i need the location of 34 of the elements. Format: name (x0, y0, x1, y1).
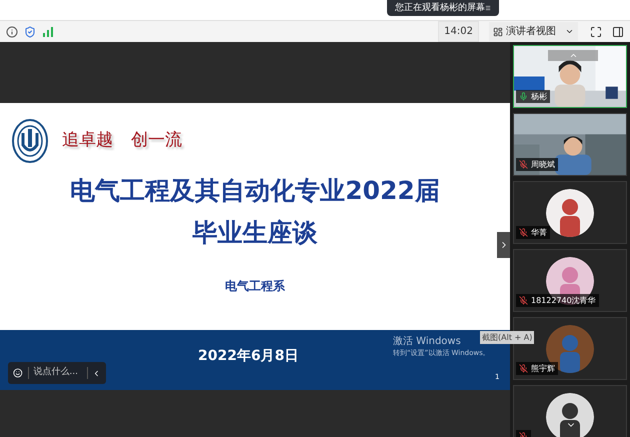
fullscreen-icon[interactable] (590, 26, 602, 38)
slogan-text: 创一流 (131, 129, 182, 152)
slide-title: 毕业生座谈 (192, 217, 318, 249)
layout-icon (493, 26, 503, 36)
date-text: 2022年6月8日 (198, 347, 298, 366)
emoji-icon[interactable] (13, 367, 23, 379)
meeting-timer: 14:02 (438, 21, 479, 42)
view-dropdown[interactable]: 演讲者视图 (489, 22, 578, 41)
banner-text: 您正在观看杨彬的屏幕 (395, 4, 485, 12)
slogan-text: 追卓越 (62, 129, 113, 152)
department-text: 电气工程系 (225, 278, 285, 295)
chat-bar[interactable]: 说点什么... (8, 362, 106, 384)
participant-tile[interactable]: 华菁 (513, 181, 627, 244)
shield-icon[interactable] (24, 26, 36, 38)
screenshot-tooltip: 截图(Alt + A) (480, 331, 534, 344)
menu-icon[interactable] (485, 3, 491, 13)
sidebar-icon[interactable] (612, 26, 624, 38)
signal-icon[interactable] (42, 26, 54, 38)
university-logo-icon (12, 119, 48, 163)
participant-name: 周晓斌 (531, 158, 555, 170)
participant-name: 华菁 (531, 226, 547, 238)
windows-activation-title: 激活 Windows (393, 335, 461, 349)
participant-name: 18122740沈青华 (531, 294, 596, 306)
participant-name: 杨彬 (531, 90, 547, 102)
participant-tile[interactable]: 周晓斌 (513, 113, 627, 176)
caret-icon (565, 27, 574, 36)
info-icon[interactable] (6, 26, 18, 38)
slide-title: 电气工程及其自动化专业2022届 (70, 175, 440, 207)
participant-tile[interactable] (513, 385, 627, 437)
chat-input[interactable]: 说点什么... (33, 366, 84, 380)
participant-tile[interactable]: 18122740沈青华 (513, 249, 627, 312)
participant-name: 熊宇辉 (531, 362, 555, 374)
participant-tile[interactable]: 杨彬 (513, 45, 627, 108)
chevron-up-icon (568, 51, 578, 60)
